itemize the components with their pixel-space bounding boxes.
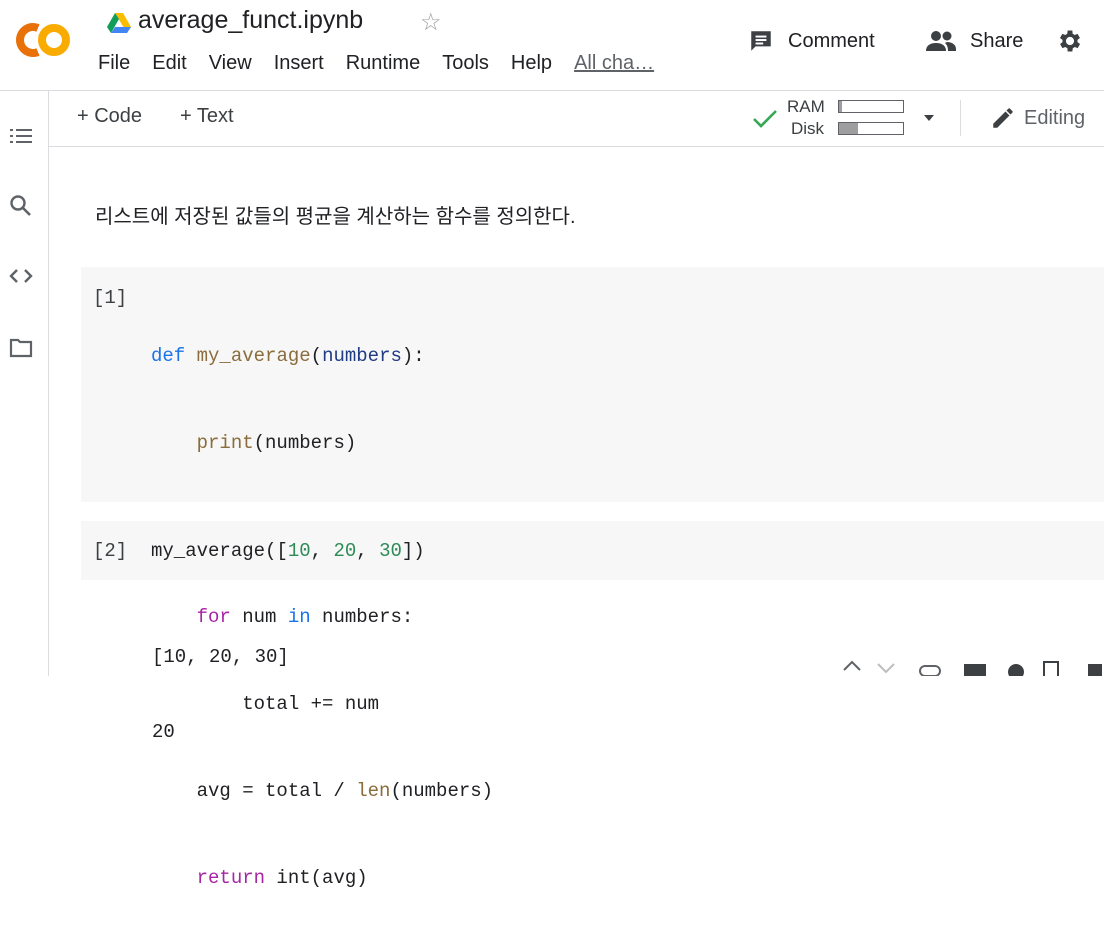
colab-logo[interactable]: [10, 20, 76, 60]
settings-gear-icon[interactable]: [1056, 27, 1084, 55]
disk-label: Disk: [791, 119, 825, 138]
ram-usage-fill: [839, 101, 842, 112]
disk-usage-fill: [839, 123, 859, 134]
files-icon[interactable]: [8, 335, 34, 361]
toolbar-divider: [960, 100, 961, 136]
disk-usage-bar: [838, 122, 904, 135]
output-line: [10, 20, 30]: [152, 646, 289, 668]
code-editor[interactable]: my_average([10, 20, 30]): [151, 537, 425, 566]
share-label: Share: [970, 29, 1024, 52]
code-line: def my_average(numbers):: [151, 345, 425, 367]
mirror-cell-icon: [1043, 661, 1059, 676]
cell-output: [10, 20, 30] 20: [152, 595, 289, 770]
code-line: print(numbers): [196, 432, 357, 454]
code-snippets-icon[interactable]: [8, 263, 34, 289]
comment-cell-icon: [964, 664, 986, 676]
resource-monitor[interactable]: RAM Disk: [752, 96, 942, 140]
share-button[interactable]: Share: [926, 26, 1023, 56]
execution-count: [1]: [93, 287, 128, 309]
search-icon[interactable]: [8, 193, 34, 219]
star-icon[interactable]: ☆: [420, 8, 442, 37]
menu-bar: File Edit View Insert Runtime Tools Help…: [98, 52, 654, 80]
markdown-text-cell[interactable]: 리스트에 저장된 값들의 평균을 계산하는 함수를 정의한다.: [95, 200, 576, 229]
comment-label: Comment: [788, 29, 875, 52]
move-up-icon: [843, 660, 861, 671]
menu-help[interactable]: Help: [511, 52, 552, 80]
menu-view[interactable]: View: [209, 52, 252, 80]
ram-usage-bar: [838, 100, 904, 113]
left-sidebar: [0, 91, 49, 676]
move-down-icon: [877, 663, 895, 674]
ram-label: RAM: [787, 97, 825, 116]
comment-icon: [748, 28, 774, 54]
code-cell-1[interactable]: [1] def my_average(numbers): print(numbe…: [81, 267, 1104, 889]
people-icon: [926, 30, 956, 52]
menu-insert[interactable]: Insert: [274, 52, 324, 80]
cell-action-toolbar: [830, 658, 1104, 676]
pencil-icon: [990, 105, 1016, 131]
resource-dropdown-icon[interactable]: [922, 113, 936, 123]
app-header: average_funct.ipynb ☆ File Edit View Ins…: [0, 0, 1104, 91]
connected-check-icon: [752, 108, 778, 130]
notebook-toolbar: + Code + Text: [49, 91, 1104, 147]
execution-count: [2]: [93, 540, 128, 562]
editing-mode-button[interactable]: Editing: [990, 102, 1085, 134]
google-drive-icon[interactable]: [106, 12, 132, 34]
menu-edit[interactable]: Edit: [152, 52, 186, 80]
code-line: return int(avg): [196, 867, 368, 889]
menu-tools[interactable]: Tools: [442, 52, 489, 80]
menu-file[interactable]: File: [98, 52, 130, 80]
code-line: avg = total / len(numbers): [151, 780, 494, 802]
menu-runtime[interactable]: Runtime: [346, 52, 420, 80]
add-text-button[interactable]: + Text: [180, 105, 234, 128]
output-line: 20: [152, 721, 175, 743]
cell-settings-icon: [1008, 664, 1024, 676]
editing-label: Editing: [1024, 106, 1086, 129]
code-cell-2[interactable]: [2] my_average([10, 20, 30]): [81, 521, 1104, 580]
delete-cell-icon: [1088, 664, 1102, 676]
add-code-button[interactable]: + Code: [77, 105, 142, 128]
notebook-title[interactable]: average_funct.ipynb: [138, 6, 363, 35]
link-icon: [919, 665, 941, 676]
table-of-contents-icon[interactable]: [8, 123, 34, 149]
all-changes-link[interactable]: All cha…: [574, 52, 654, 80]
comment-button[interactable]: Comment: [748, 26, 875, 56]
